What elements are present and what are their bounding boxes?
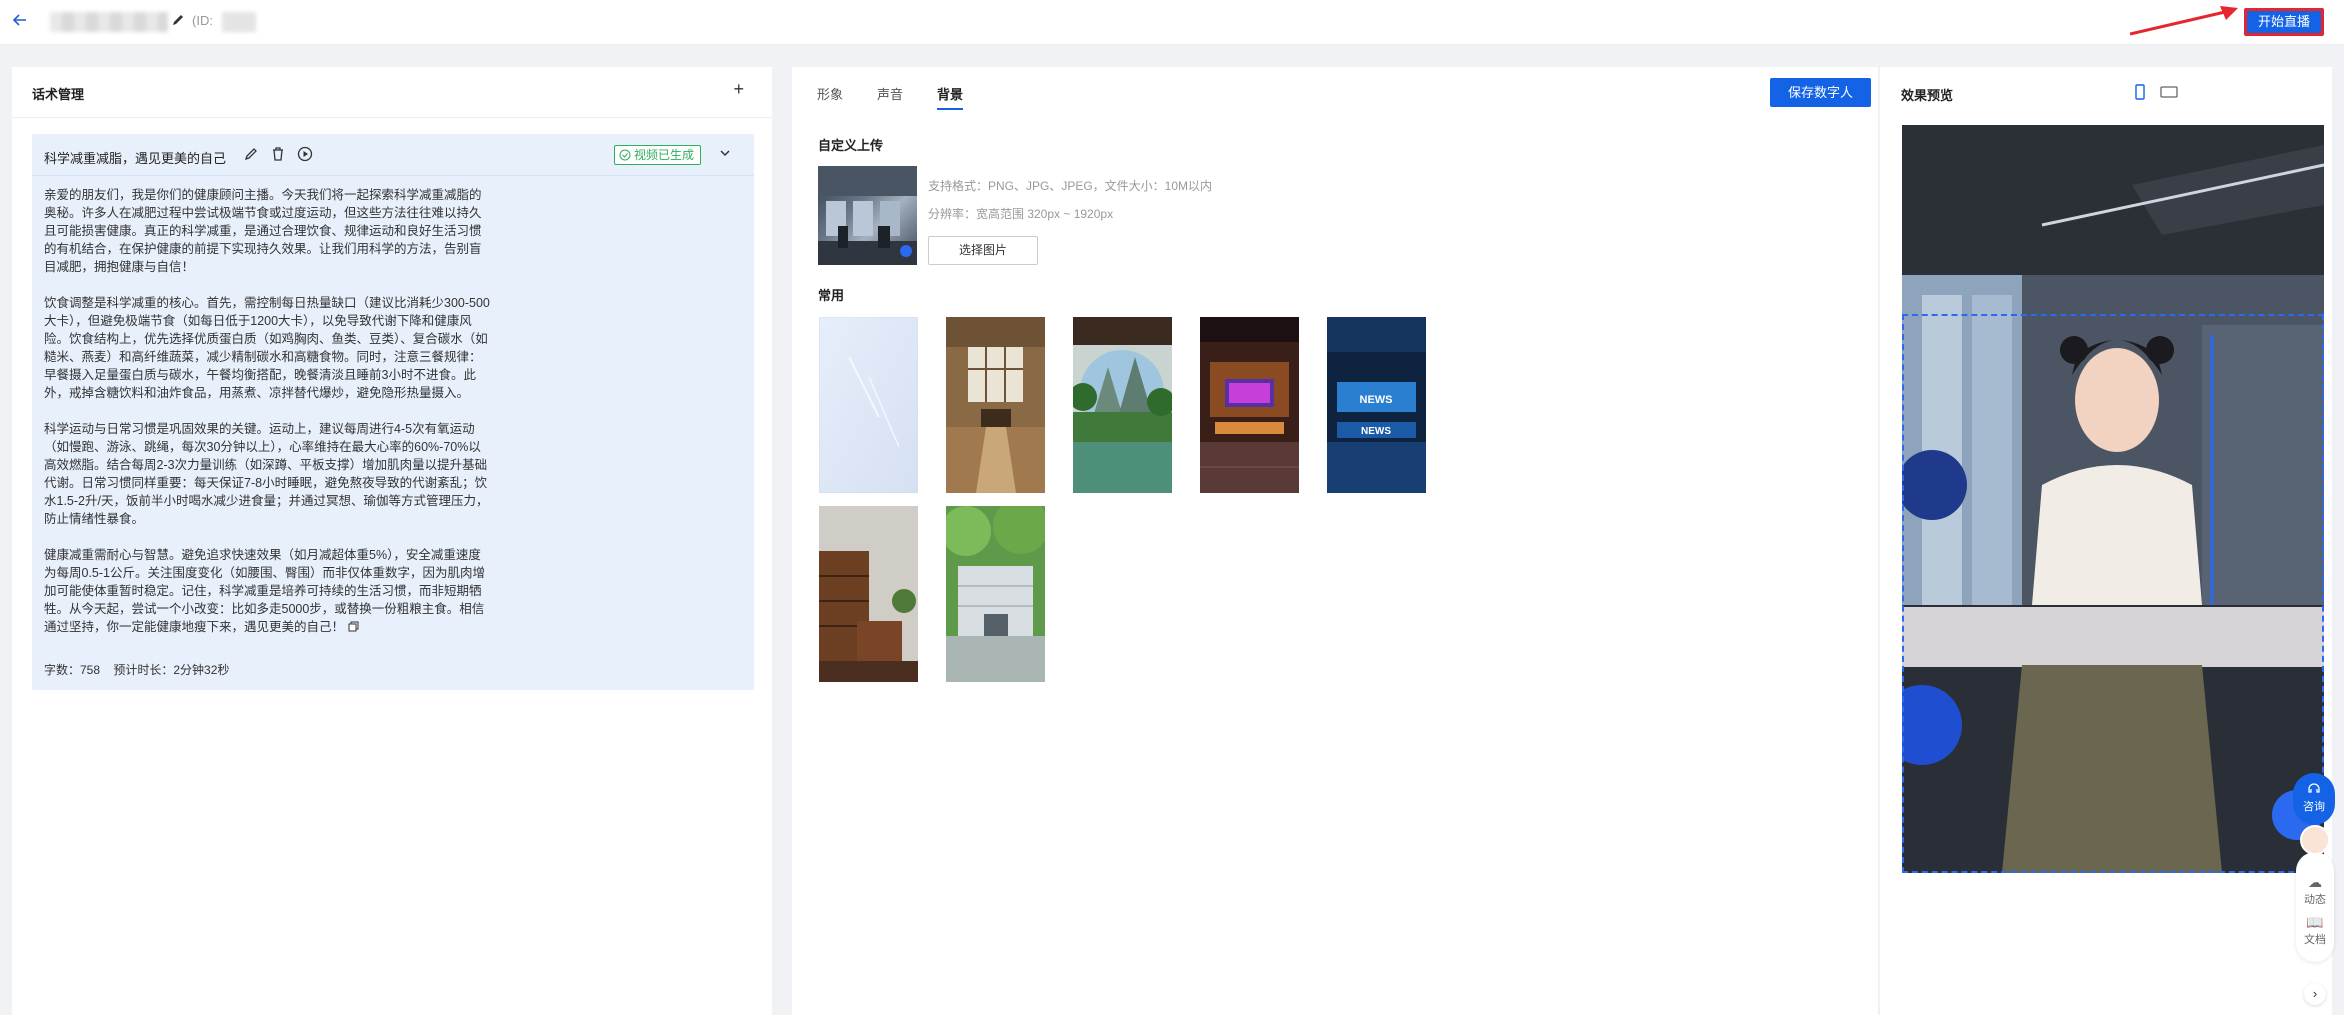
- script-paragraph: 健康减重需耐心与智慧。避免追求快速效果（如月减超体重5%），安全减重速度为每周0…: [44, 548, 485, 634]
- script-panel-header: 话术管理 +: [12, 67, 772, 118]
- background-option-neon-stage[interactable]: [1200, 317, 1299, 493]
- script-paragraph: 科学运动与日常习惯是巩固效果的关键。运动上，建议每周进行4-5次有氧运动（如慢跑…: [44, 422, 489, 526]
- estimated-duration: 预计时长：2分钟32秒: [113, 663, 230, 677]
- script-card-header: 科学减重减脂，遇见更美的自己 视频已生成: [32, 134, 754, 176]
- preview-title: 效果预览: [1901, 88, 1954, 103]
- background-option-wooden-office[interactable]: [819, 506, 918, 682]
- background-option-light-blue[interactable]: [819, 317, 918, 493]
- tablet-landscape-icon[interactable]: [2160, 84, 2178, 105]
- config-panel: 形象 声音 背景 保存数字人 自定义上传 支持格式：PNG、JPG、JPEG，文…: [792, 67, 1879, 1015]
- background-option-news-studio[interactable]: NEWS NEWS: [1327, 317, 1426, 493]
- script-card[interactable]: 科学减重减脂，遇见更美的自己 视频已生成 亲爱的朋友们，我是你们的健康顾问主播。…: [32, 134, 754, 690]
- avatar-bounding-box[interactable]: [1902, 314, 2324, 873]
- save-digital-human-button[interactable]: 保存数字人: [1770, 78, 1871, 107]
- background-option-chinese-garden[interactable]: [1073, 317, 1172, 493]
- docs-button[interactable]: 📖 文档: [2296, 914, 2334, 947]
- svg-text:NEWS: NEWS: [1361, 426, 1391, 437]
- consult-button[interactable]: 咨询: [2293, 773, 2335, 825]
- upload-resolution-hint: 分辨率：宽高范围 320px ~ 1920px: [928, 207, 1114, 221]
- docs-label: 文档: [2304, 934, 2326, 946]
- edit-name-icon[interactable]: [170, 12, 190, 32]
- config-tabs: 形象 声音 背景: [817, 84, 964, 110]
- tab-appearance[interactable]: 形象: [817, 84, 843, 110]
- uploaded-background-thumbnail[interactable]: [818, 166, 917, 265]
- script-paragraph: 亲爱的朋友们，我是你们的健康顾问主播。今天我们将一起探索科学减重减脂的奥秘。许多…: [44, 188, 482, 274]
- video-generated-badge: 视频已生成: [614, 145, 702, 165]
- side-tool-dock: ☁ 动态 📖 文档: [2296, 852, 2334, 962]
- script-management-panel: 话术管理 + 科学减重减脂，遇见更美的自己 视频已生成 亲爱的朋友们，我是你们的: [12, 67, 772, 1015]
- background-option-building-exterior[interactable]: [946, 506, 1045, 682]
- background-option-classic-hall[interactable]: [946, 317, 1045, 493]
- plus-icon[interactable]: +: [733, 79, 744, 100]
- svg-text:NEWS: NEWS: [1360, 394, 1393, 406]
- script-stats: 字数：758 预计时长：2分钟32秒: [44, 661, 239, 678]
- status-text: 视频已生成: [634, 148, 695, 162]
- play-icon[interactable]: [297, 146, 313, 167]
- panel-title: 话术管理: [32, 87, 85, 102]
- script-paragraph: 饮食调整是科学减重的核心。首先，需控制每日热量缺口（建议比消耗少300-500大…: [44, 296, 490, 400]
- top-bar: (ID: 开始直播: [0, 0, 2344, 45]
- annotation-arrow-icon: [2130, 6, 2238, 36]
- delete-icon[interactable]: [270, 146, 286, 167]
- script-text[interactable]: 亲爱的朋友们，我是你们的健康顾问主播。今天我们将一起探索科学减重减脂的奥秘。许多…: [32, 176, 502, 637]
- script-paragraph-last: 健康减重需耐心与智慧。避免追求快速效果（如月减超体重5%），安全减重速度为每周0…: [44, 546, 490, 637]
- dynamic-button[interactable]: ☁ 动态: [2296, 874, 2334, 907]
- word-count: 字数：758: [44, 663, 101, 677]
- custom-upload-title: 自定义上传: [818, 138, 884, 153]
- id-value-redacted: [222, 12, 256, 32]
- preview-canvas: [1902, 125, 2324, 873]
- id-label: (ID:: [192, 13, 213, 28]
- upload-format-hint: 支持格式：PNG、JPG、JPEG，文件大小：10M以内: [928, 179, 1213, 193]
- back-arrow-icon[interactable]: [10, 10, 32, 32]
- start-live-button[interactable]: 开始直播: [2244, 8, 2324, 36]
- chevron-right-icon[interactable]: ›: [2304, 983, 2326, 1005]
- tab-voice[interactable]: 声音: [877, 84, 903, 110]
- assistant-avatar[interactable]: [2300, 825, 2330, 855]
- book-icon: 📖: [2306, 914, 2324, 930]
- choose-image-button[interactable]: 选择图片: [928, 236, 1038, 265]
- preview-panel: 效果预览: [1880, 67, 2332, 1015]
- edit-icon[interactable]: [243, 146, 259, 167]
- tab-background[interactable]: 背景: [937, 84, 964, 110]
- chevron-down-icon[interactable]: [718, 146, 732, 165]
- headset-icon: [2308, 783, 2320, 793]
- digital-human-name-redacted: [50, 12, 168, 32]
- common-backgrounds-title: 常用: [818, 288, 845, 303]
- check-circle-icon: [619, 149, 631, 161]
- phone-portrait-icon[interactable]: [2133, 84, 2147, 105]
- script-title: 科学减重减脂，遇见更美的自己: [44, 151, 227, 166]
- copy-icon[interactable]: [348, 619, 359, 637]
- cloud-icon: ☁: [2308, 874, 2322, 890]
- dynamic-label: 动态: [2304, 894, 2326, 906]
- consult-label: 咨询: [2303, 801, 2325, 813]
